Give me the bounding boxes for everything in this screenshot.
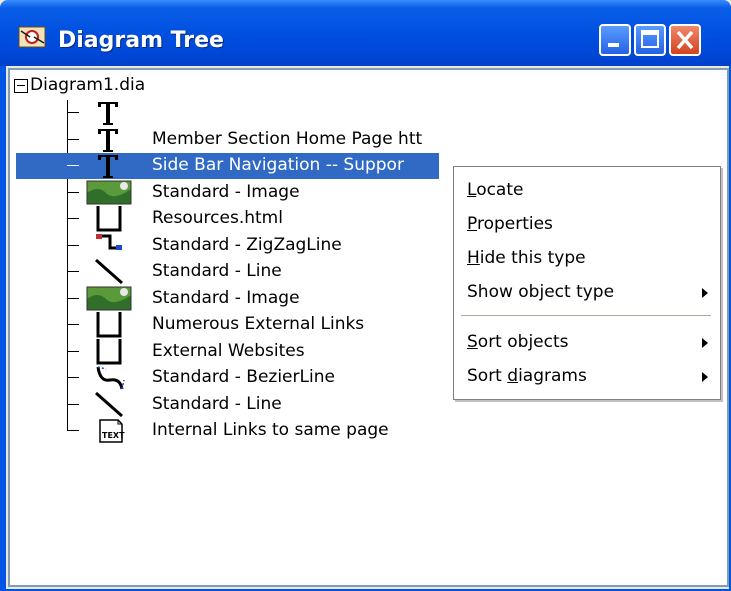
menu-item-label: Locate (467, 180, 524, 200)
tree-item-label: Standard - Image (152, 181, 300, 202)
line-icon (84, 258, 134, 285)
tree-item[interactable]: Member Section Home Page htt (10, 127, 721, 153)
maximize-button[interactable] (634, 24, 666, 56)
tree-item-label: Numerous External Links (152, 314, 365, 334)
bezierline-icon (84, 364, 134, 391)
root-label: Diagram1.dia (30, 75, 146, 95)
minimize-button[interactable] (599, 24, 631, 56)
tree-item-label: Standard - Line (152, 393, 282, 414)
tree-item-label: Standard - Line (152, 261, 282, 281)
tree-branch-line (67, 218, 79, 219)
tree-branch-line (67, 297, 79, 299)
image-icon (84, 285, 134, 312)
tree-item-label: External Websites (152, 340, 305, 361)
menu-item-label: Sort objects (467, 332, 569, 352)
menu-item-label: Sort diagrams (467, 366, 587, 386)
menu-item-label: Properties (467, 214, 553, 234)
tree-branch-line (67, 244, 79, 246)
line-icon (84, 391, 134, 418)
text-icon (84, 126, 134, 153)
image-icon (84, 179, 134, 206)
tree-branch-line (67, 324, 79, 325)
title-bar[interactable]: Diagram Tree (0, 0, 731, 66)
tree-branch-line (67, 138, 79, 140)
submenu-arrow-icon (702, 338, 708, 348)
tree-branch-line (67, 271, 79, 272)
menu-item-properties[interactable]: Properties (454, 209, 718, 239)
tree-item-label: Standard - BezierLine (152, 367, 335, 387)
menu-separator (461, 315, 711, 316)
tree-branch-line (67, 377, 79, 378)
dia-app-icon (18, 26, 46, 48)
menu-item-sort-objects[interactable]: Sort objects (454, 327, 718, 357)
menu-item-show-object-type[interactable]: Show object type (454, 277, 718, 307)
tree-item-label: Internal Links to same page (152, 420, 389, 440)
tree-branch-line (67, 350, 79, 352)
menu-item-locate[interactable]: Locate (454, 175, 718, 205)
tree-branch-line (67, 165, 79, 166)
box-icon (84, 311, 134, 338)
tree-item-label: Side Bar Navigation -- Suppor (152, 155, 404, 175)
tree-item-label: Member Section Home Page htt (152, 128, 423, 149)
submenu-arrow-icon (702, 288, 708, 298)
tree-item-label: Standard - Image (152, 287, 300, 308)
tree-item[interactable] (10, 100, 721, 126)
tree-branch-line (67, 112, 79, 113)
diagram-tree-window: Diagram Tree Diagram1.dia Member Section… (0, 0, 731, 591)
tree-item[interactable]: TEXT Internal Links to same page (10, 418, 721, 444)
context-menu: Locate Properties Hide this type Show objec… (453, 166, 721, 400)
tree-item-label: Resources.html (152, 208, 283, 228)
close-icon (676, 30, 694, 50)
menu-item-label: Hide this type (467, 248, 586, 268)
text-icon (84, 152, 134, 179)
window-title: Diagram Tree (58, 28, 224, 53)
minimize-icon (608, 43, 619, 47)
box-icon (84, 338, 134, 365)
submenu-arrow-icon (702, 372, 708, 382)
text-icon (84, 99, 134, 126)
menu-item-sort-diagrams[interactable]: Sort diagrams (454, 361, 718, 391)
box-icon (84, 205, 134, 232)
close-button[interactable] (669, 24, 701, 56)
zigzagline-icon (84, 232, 134, 259)
tree-branch-line (67, 191, 79, 193)
svg-text:TEXT: TEXT (102, 431, 125, 440)
tree-item-label: Standard - ZigZagLine (152, 234, 342, 255)
menu-item-hide-this-type[interactable]: Hide this type (454, 243, 718, 273)
tree-branch-line (67, 403, 79, 405)
collapse-icon[interactable] (14, 79, 28, 93)
menu-item-label: Show object type (467, 282, 615, 302)
textbox-icon: TEXT (84, 417, 134, 444)
maximize-icon (641, 30, 659, 48)
tree-branch-line (67, 430, 79, 431)
